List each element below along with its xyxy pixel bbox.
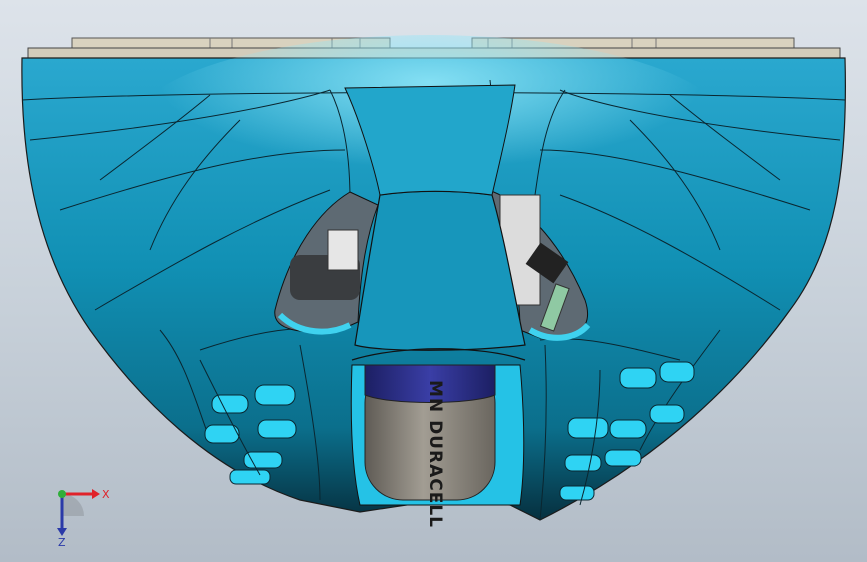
battery-label: MN DURACELL <box>425 380 445 528</box>
bracket-left <box>327 229 359 271</box>
z-axis-label: Z <box>58 536 66 548</box>
model-view[interactable]: MN DURACELL <box>0 0 867 562</box>
z-axis-head <box>57 528 67 536</box>
3d-graphics-viewport[interactable]: MN DURACELL X Z <box>0 0 867 562</box>
y-axis-dot <box>58 490 66 498</box>
x-axis-head <box>92 489 100 499</box>
coordinate-triad: X Z <box>57 488 110 548</box>
triad-plane <box>62 494 84 516</box>
x-axis-label: X <box>102 488 110 501</box>
